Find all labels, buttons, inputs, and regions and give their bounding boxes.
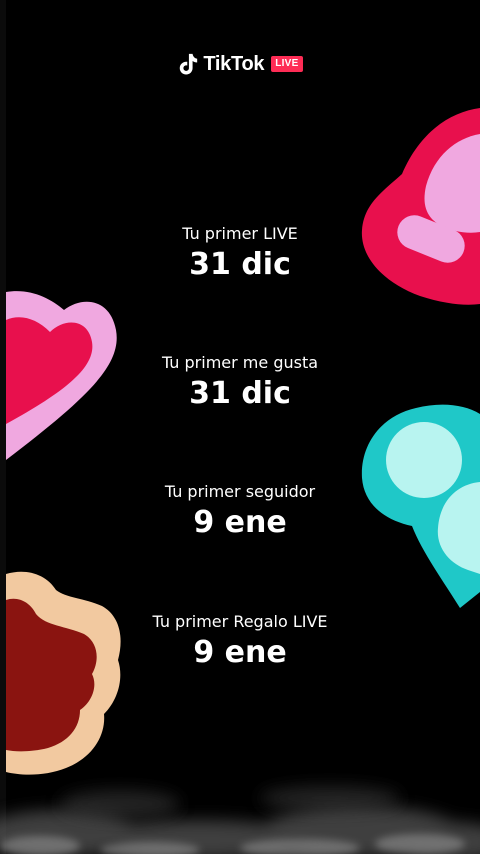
milestone-first-follower: Tu primer seguidor 9 ene [0,482,480,542]
milestone-date: 9 ene [193,505,287,540]
milestone-label: Tu primer me gusta [161,353,319,372]
milestone-date: 31 dic [189,247,291,282]
smoke-effect [0,786,480,854]
milestone-date: 31 dic [189,376,291,411]
milestone-first-like: Tu primer me gusta 31 dic [0,353,480,413]
milestone-label: Tu primer Regalo LIVE [152,612,328,631]
milestone-first-live: Tu primer LIVE 31 dic [0,224,480,284]
milestone-first-live-gift: Tu primer Regalo LIVE 9 ene [0,612,480,672]
brand-name: TikTok [203,52,265,75]
milestone-date: 9 ene [193,635,287,670]
story-frame: TikTok LIVE Tu primer LIVE 31 dic Tu pri… [0,0,480,854]
milestone-label: Tu primer seguidor [164,482,316,501]
milestone-label: Tu primer LIVE [182,224,298,243]
live-badge: LIVE [271,56,303,72]
tiktok-live-logo: TikTok LIVE [0,52,480,76]
tiktok-note-icon [180,53,198,75]
